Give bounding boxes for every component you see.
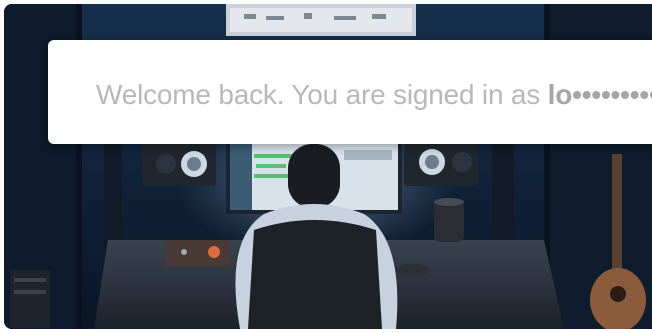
- welcome-banner: Welcome back. You are signed in as lo•••…: [48, 40, 652, 144]
- masked-username: lo••••••••••: [547, 79, 652, 110]
- welcome-message-text: Welcome back. You are signed in as: [96, 79, 548, 110]
- welcome-message: Welcome back. You are signed in as lo•••…: [96, 78, 652, 112]
- hero-image-frame: Welcome back. You are signed in as lo•••…: [4, 4, 652, 329]
